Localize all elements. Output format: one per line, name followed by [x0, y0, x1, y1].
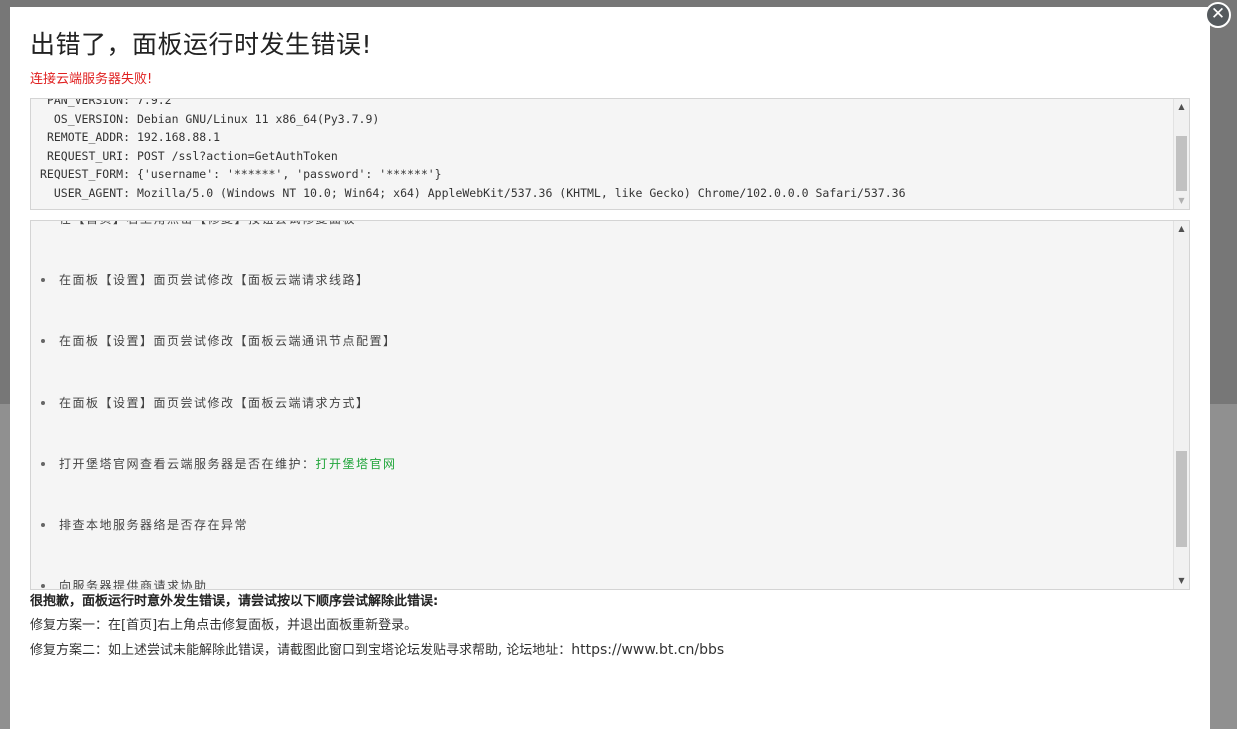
env-info-box[interactable]: PAN_VERSION: 7.9.2 OS_VERSION: Debian GN… — [30, 98, 1190, 210]
env-label: REMOTE_ADDR: — [46, 130, 131, 145]
env-separator — [130, 112, 137, 126]
scroll-thumb[interactable] — [1176, 451, 1187, 547]
env-row-request-uri: REQUEST_URI: POST /ssl?action=GetAuthTok… — [40, 147, 906, 166]
step-text: 打开堡塔官网查看云端服务器是否在维护： — [59, 456, 316, 471]
troubleshoot-scrollbar[interactable]: ▲ ▼ — [1173, 221, 1189, 589]
error-message: 连接云端服务器失败! — [30, 72, 153, 87]
env-info-scrollbar[interactable]: ▲ ▼ — [1173, 99, 1189, 209]
env-row-remote-addr: REMOTE_ADDR: 192.168.88.1 — [40, 128, 906, 147]
env-label-pad — [40, 149, 47, 163]
env-separator — [130, 186, 137, 200]
troubleshoot-step: 向服务器提供商请求协助 — [31, 576, 1171, 590]
troubleshoot-step: 打开堡塔官网查看云端服务器是否在维护：打开堡塔官网 — [31, 454, 1171, 515]
env-value: Debian GNU/Linux 11 x86_64(Py3.7.9) — [136, 111, 380, 126]
env-row-request-form: REQUEST_FORM: {'username': '******', 'pa… — [40, 165, 906, 184]
scroll-up-arrow-icon[interactable]: ▲ — [1174, 99, 1189, 115]
env-label-pad — [40, 130, 47, 144]
help-text: 很抱歉，面板运行时意外发生错误，请尝试按以下顺序尝试解除此错误: 修复方案一：在… — [30, 593, 724, 665]
env-label-pad — [40, 112, 54, 126]
troubleshoot-box[interactable]: 在【首页】右上角点击【修复】按钮尝试修复面板在面板【设置】面页尝试修改【面板云端… — [30, 220, 1190, 590]
env-separator — [130, 149, 137, 163]
env-separator — [130, 130, 137, 144]
fix-option-2: 修复方案二：如上述尝试未能解除此错误，请截图此窗口到宝塔论坛发贴寻求帮助, 论坛… — [30, 641, 724, 665]
step-text: 在【首页】右上角点击【修复】按钮尝试修复面板 — [59, 221, 356, 226]
bt-official-site-link[interactable]: 打开堡塔官网 — [316, 457, 397, 471]
env-label: REQUEST_FORM: — [40, 167, 131, 182]
troubleshoot-step: 排查本地服务器络是否存在异常 — [31, 515, 1171, 576]
close-icon[interactable]: ✕ — [1205, 2, 1231, 28]
env-label-pad — [40, 99, 47, 107]
troubleshoot-step: 在【首页】右上角点击【修复】按钮尝试修复面板 — [31, 221, 1171, 270]
troubleshoot-list: 在【首页】右上角点击【修复】按钮尝试修复面板在面板【设置】面页尝试修改【面板云端… — [31, 221, 1171, 590]
env-value: Mozilla/5.0 (Windows NT 10.0; Win64; x64… — [136, 185, 906, 200]
env-label: OS_VERSION: — [53, 111, 131, 126]
error-dialog: ✕ 出错了，面板运行时发生错误! 连接云端服务器失败! PAN_VERSION:… — [10, 2, 1231, 729]
troubleshoot-step: 在面板【设置】面页尝试修改【面板云端请求方式】 — [31, 393, 1171, 454]
troubleshoot-step: 在面板【设置】面页尝试修改【面板云端请求线路】 — [31, 270, 1171, 331]
dialog-title: 出错了，面板运行时发生错误! — [30, 30, 373, 59]
env-row-os-version: OS_VERSION: Debian GNU/Linux 11 x86_64(P… — [40, 110, 906, 129]
step-text: 排查本地服务器络是否存在异常 — [59, 517, 249, 532]
env-label-pad — [40, 186, 54, 200]
env-row-pan-version: PAN_VERSION: 7.9.2 — [40, 98, 906, 110]
env-label: USER_AGENT: — [53, 185, 131, 200]
help-title: 很抱歉，面板运行时意外发生错误，请尝试按以下顺序尝试解除此错误: — [30, 594, 439, 609]
forum-url[interactable]: https://www.bt.cn/bbs — [571, 642, 724, 658]
env-row-user-agent: USER_AGENT: Mozilla/5.0 (Windows NT 10.0… — [40, 184, 906, 203]
env-separator — [130, 99, 137, 107]
env-label: REQUEST_URI: — [46, 148, 131, 163]
env-value: 192.168.88.1 — [136, 130, 221, 145]
fix-option-1: 修复方案一：在[首页]右上角点击修复面板，并退出面板重新登录。 — [30, 618, 418, 633]
env-value: {'username': '******', 'password': '****… — [136, 167, 442, 182]
troubleshoot-step: 在面板【设置】面页尝试修改【面板云端通讯节点配置】 — [31, 331, 1171, 392]
env-value: 7.9.2 — [136, 98, 172, 107]
scroll-thumb[interactable] — [1176, 136, 1187, 191]
step-text: 向服务器提供商请求协助 — [59, 579, 208, 590]
step-text: 在面板【设置】面页尝试修改【面板云端请求线路】 — [59, 273, 370, 288]
env-label: PAN_VERSION: — [46, 98, 131, 107]
scroll-down-arrow-icon[interactable]: ▼ — [1174, 193, 1189, 209]
step-text: 在面板【设置】面页尝试修改【面板云端通讯节点配置】 — [59, 334, 397, 349]
env-info-content: PAN_VERSION: 7.9.2 OS_VERSION: Debian GN… — [40, 98, 906, 203]
scroll-up-arrow-icon[interactable]: ▲ — [1174, 221, 1189, 237]
fix-option-2-text: 修复方案二：如上述尝试未能解除此错误，请截图此窗口到宝塔论坛发贴寻求帮助, 论坛… — [30, 643, 572, 658]
step-text: 在面板【设置】面页尝试修改【面板云端请求方式】 — [59, 395, 370, 410]
env-separator — [130, 167, 137, 181]
scroll-down-arrow-icon[interactable]: ▼ — [1174, 573, 1189, 589]
env-value: POST /ssl?action=GetAuthToken — [136, 148, 338, 163]
